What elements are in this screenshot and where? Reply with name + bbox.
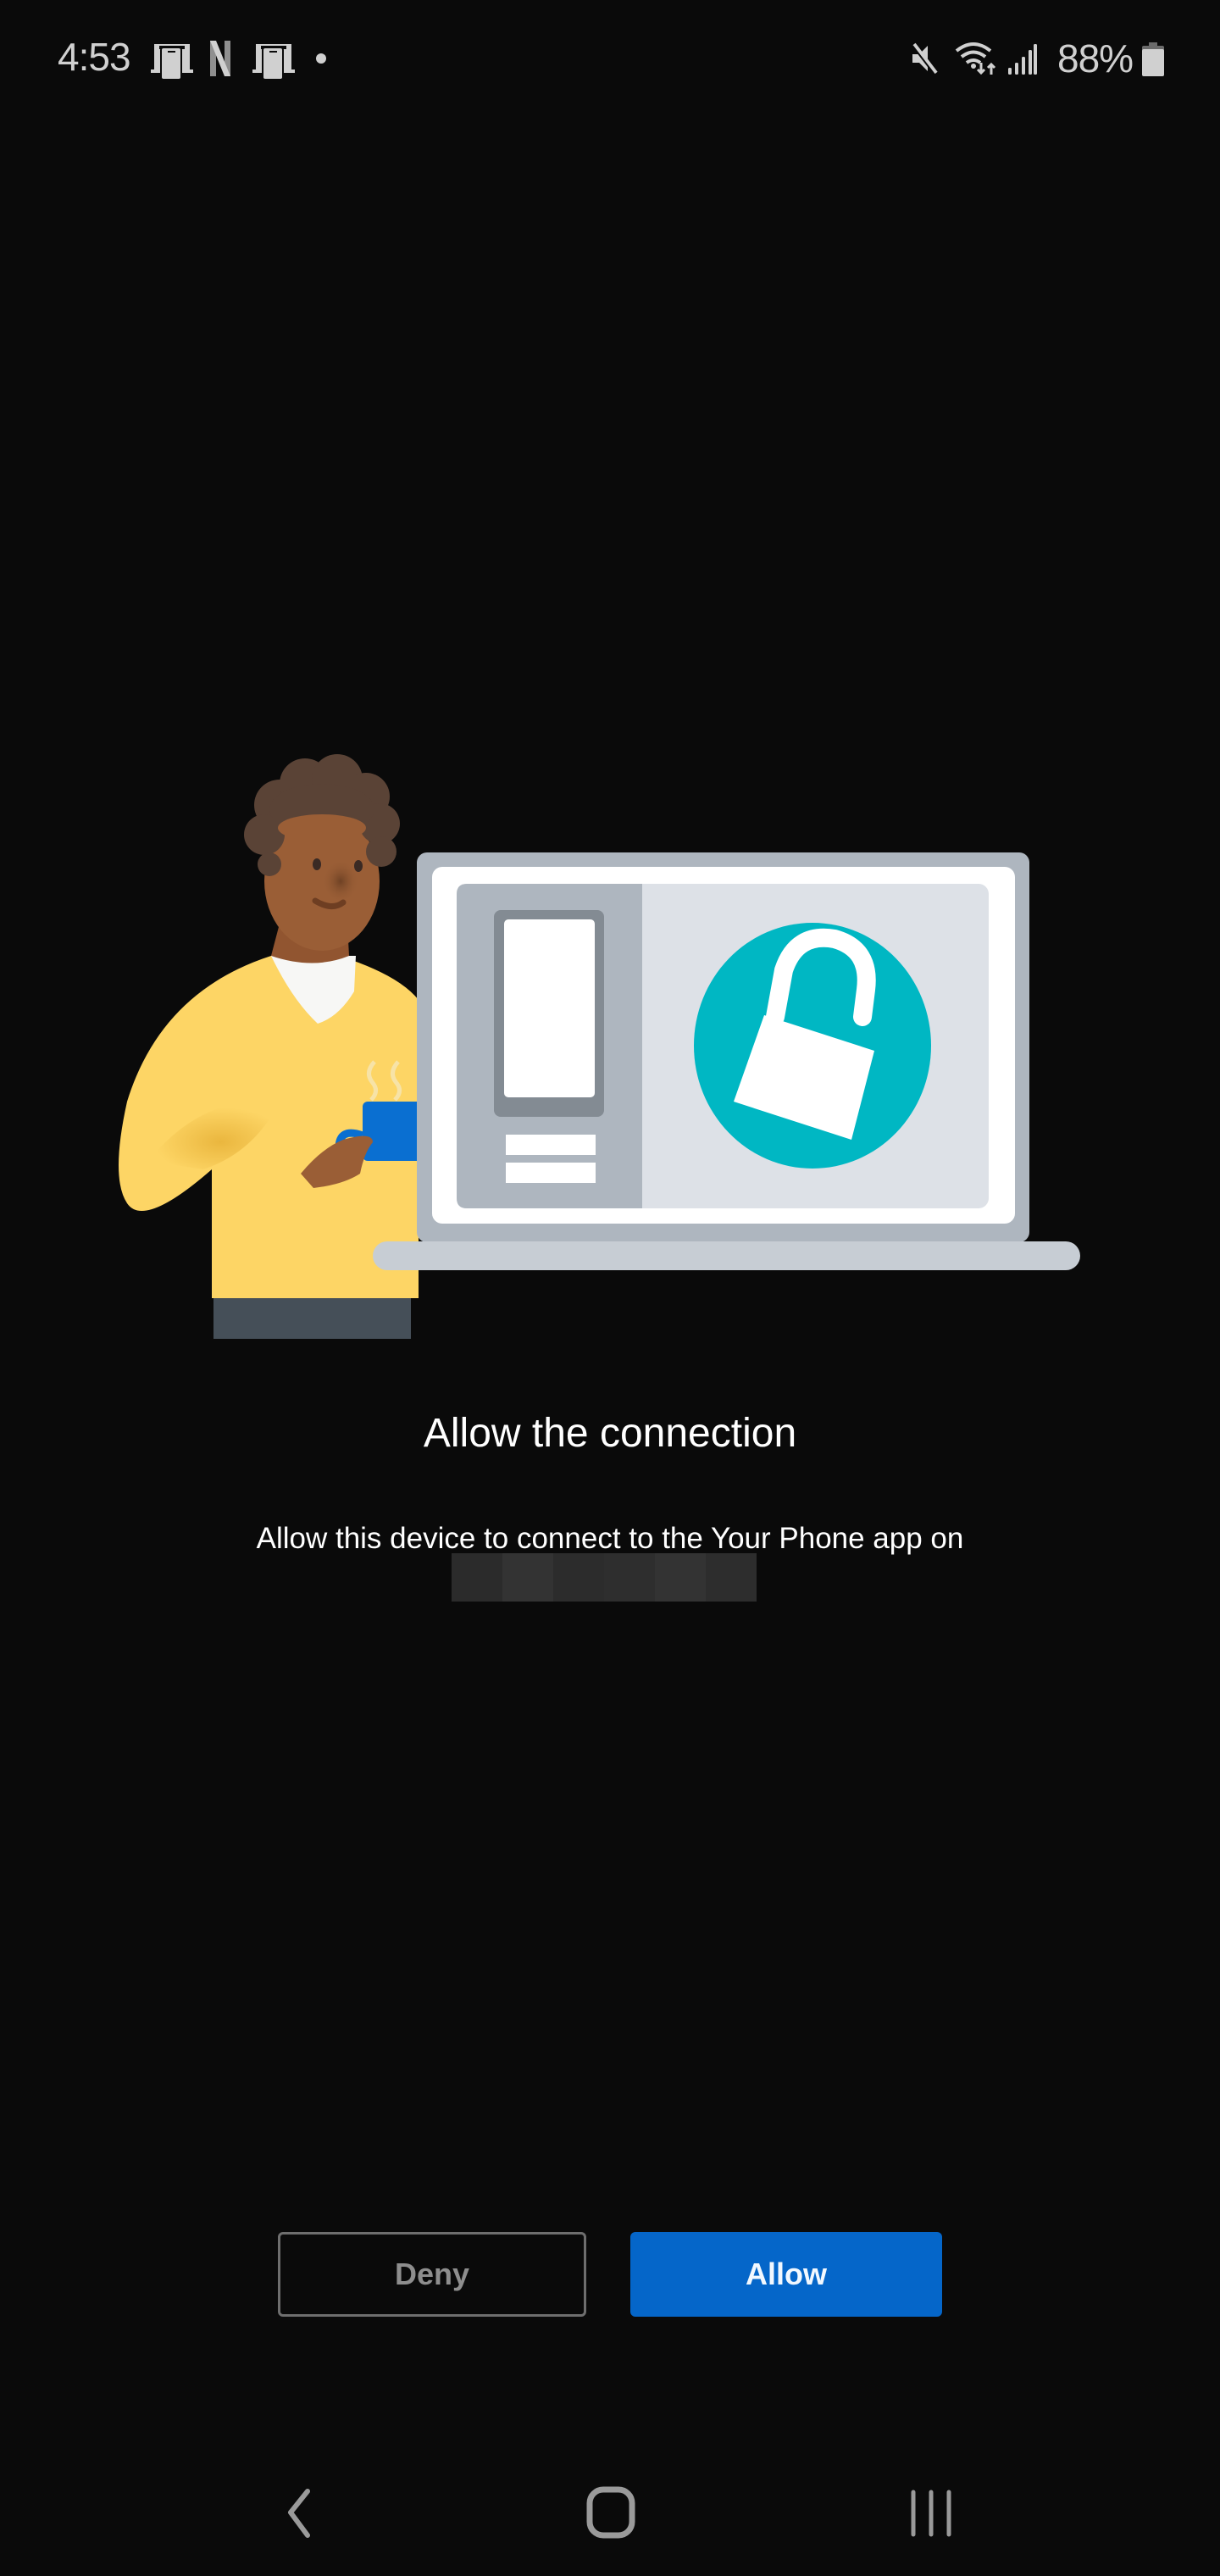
phone-screen-graphic bbox=[504, 919, 595, 1097]
recents-button[interactable] bbox=[880, 2474, 982, 2551]
home-button[interactable] bbox=[560, 2474, 662, 2551]
allow-button-label: Allow bbox=[746, 2257, 827, 2291]
deny-button[interactable]: Deny bbox=[278, 2232, 586, 2317]
redacted-device-name bbox=[452, 1553, 757, 1602]
back-icon bbox=[288, 2489, 310, 2538]
sidebar-line bbox=[506, 1135, 596, 1155]
dialog-title: Allow the connection bbox=[423, 1411, 797, 1456]
sidebar-line bbox=[506, 1163, 596, 1183]
dialog-message: Allow this device to connect to the Your… bbox=[256, 1522, 964, 1555]
deny-button-label: Deny bbox=[394, 2257, 470, 2291]
connection-illustration bbox=[119, 754, 1080, 1339]
recents-icon bbox=[911, 2490, 951, 2537]
allow-button[interactable]: Allow bbox=[630, 2232, 942, 2317]
home-icon bbox=[586, 2486, 635, 2539]
laptop-illustration bbox=[373, 852, 1080, 1270]
back-button[interactable] bbox=[241, 2474, 343, 2551]
coffee-mug bbox=[363, 1102, 424, 1161]
person-pants bbox=[214, 1295, 411, 1339]
laptop-base bbox=[373, 1241, 1080, 1270]
